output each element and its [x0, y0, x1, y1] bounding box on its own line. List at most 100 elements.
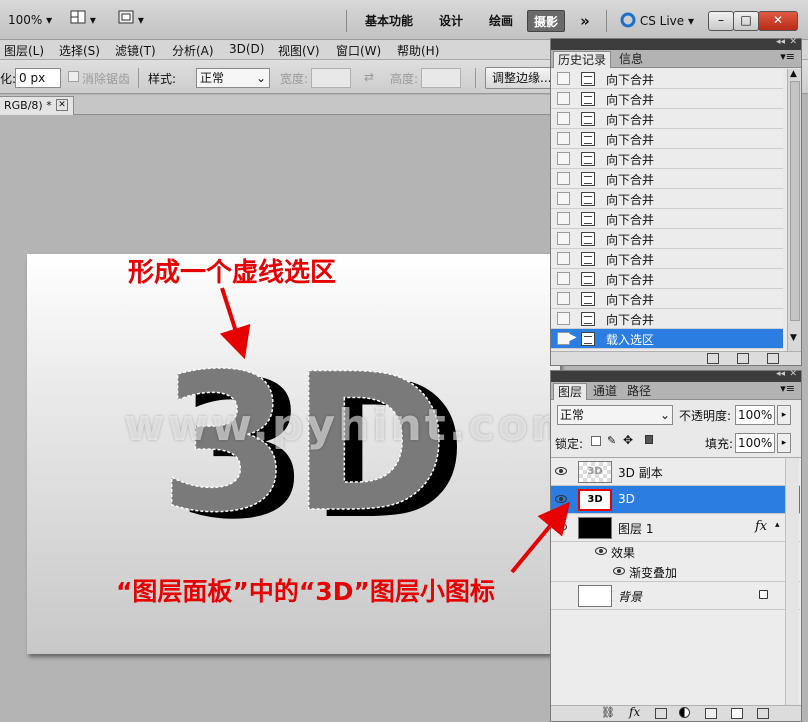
scroll-thumb[interactable] [790, 81, 800, 321]
layer-row-background[interactable]: 背景 [551, 582, 800, 610]
visibility-eye-icon[interactable] [555, 523, 567, 531]
link-layers-icon[interactable]: ⛓ [601, 706, 615, 719]
zoom-dropdown[interactable]: 100% ▾ [8, 10, 52, 30]
trash-icon[interactable] [767, 353, 779, 364]
add-style-icon[interactable]: fx [629, 705, 640, 719]
history-item[interactable]: 向下合并 [551, 189, 783, 209]
history-brush-source-checkbox[interactable] [557, 72, 570, 85]
history-brush-source-checkbox[interactable] [557, 172, 570, 185]
minimize-button[interactable]: – [708, 11, 734, 31]
visibility-eye-icon[interactable] [595, 547, 607, 555]
tab-layers[interactable]: 图层 [553, 383, 588, 400]
new-document-from-state-icon[interactable] [707, 353, 719, 364]
close-button[interactable]: ✕ [758, 11, 798, 31]
history-item[interactable]: 向下合并 [551, 109, 783, 129]
collapse-icon[interactable]: ◂◂ [776, 37, 785, 47]
history-brush-source-checkbox[interactable] [557, 152, 570, 165]
maximize-button[interactable]: □ [733, 11, 759, 31]
history-item[interactable]: 向下合并 [551, 169, 783, 189]
workspace-essentials[interactable]: 基本功能 [358, 10, 420, 32]
swap-icon[interactable]: ⇄ [364, 70, 374, 84]
menu-window[interactable]: 窗口(W) [336, 42, 381, 59]
layer-name[interactable]: 图层 1 [618, 520, 653, 537]
new-group-icon[interactable] [705, 708, 717, 719]
visibility-eye-icon[interactable] [555, 495, 567, 503]
more-workspaces-button[interactable]: » [572, 10, 598, 32]
snapshot-icon[interactable] [737, 353, 749, 364]
menu-3d[interactable]: 3D(D) [229, 42, 264, 56]
screen-mode-button[interactable]: ▾ [118, 10, 152, 30]
tab-info[interactable]: 信息 [615, 51, 647, 68]
tab-channels[interactable]: 通道 [589, 383, 621, 400]
history-item[interactable]: 向下合并 [551, 69, 783, 89]
history-item[interactable]: 向下合并 [551, 89, 783, 109]
adjustment-layer-icon[interactable] [679, 707, 690, 718]
menu-layer[interactable]: 图层(L) [4, 42, 44, 59]
workspace-painting[interactable]: 绘画 [482, 10, 520, 32]
history-brush-source-checkbox[interactable] [557, 192, 570, 205]
history-item[interactable]: 向下合并 [551, 229, 783, 249]
menu-filter[interactable]: 滤镜(T) [115, 42, 156, 59]
close-icon[interactable]: ✕ [789, 369, 797, 379]
trash-icon[interactable] [757, 708, 769, 719]
new-layer-icon[interactable] [731, 708, 743, 719]
layer-name[interactable]: 3D 副本 [618, 464, 663, 481]
history-scrollbar[interactable]: ▲ ▼ [787, 69, 801, 351]
menu-view[interactable]: 视图(V) [278, 42, 320, 59]
expand-effects-icon[interactable]: ▴ [775, 520, 780, 530]
effects-row[interactable]: 效果 [551, 542, 800, 562]
lock-brush-icon[interactable]: ✎ [607, 434, 616, 447]
height-input[interactable] [421, 68, 461, 88]
document-tab[interactable]: RGB/8) * ✕ [0, 96, 74, 115]
scroll-down-icon[interactable]: ▼ [790, 333, 797, 343]
history-brush-source-checkbox[interactable] [557, 292, 570, 305]
history-state-pointer-icon[interactable]: ▶ [569, 332, 577, 343]
history-brush-source-checkbox[interactable] [557, 92, 570, 105]
opacity-input[interactable]: 100% [735, 405, 775, 425]
width-input[interactable] [311, 68, 351, 88]
layer-row-3d[interactable]: 3D 3D [551, 486, 800, 514]
history-item[interactable]: 向下合并 [551, 129, 783, 149]
menu-help[interactable]: 帮助(H) [397, 42, 439, 59]
arrange-documents-button[interactable]: ▾ [70, 10, 104, 30]
history-brush-source-checkbox[interactable] [557, 212, 570, 225]
workspace-design[interactable]: 设计 [432, 10, 470, 32]
history-item[interactable]: 向下合并 [551, 249, 783, 269]
history-item[interactable]: 向下合并 [551, 209, 783, 229]
history-brush-source-checkbox[interactable] [557, 232, 570, 245]
style-select[interactable]: 正常 ⌄ [196, 68, 270, 88]
layers-scrollbar[interactable] [785, 458, 799, 706]
panel-menu-icon[interactable]: ▾≡ [780, 382, 795, 395]
panel-menu-icon[interactable]: ▾≡ [780, 50, 795, 63]
close-icon[interactable]: ✕ [789, 37, 797, 47]
history-brush-source-checkbox[interactable] [557, 132, 570, 145]
visibility-eye-icon[interactable] [613, 567, 625, 575]
fx-icon[interactable]: fx [755, 519, 767, 534]
tab-history[interactable]: 历史记录 [553, 51, 612, 68]
fill-slider-button[interactable]: ▸ [777, 433, 791, 453]
close-icon[interactable]: ✕ [56, 99, 68, 111]
refine-edge-button[interactable]: 调整边缘... [485, 67, 559, 89]
scroll-up-icon[interactable]: ▲ [790, 69, 797, 79]
cslive-button[interactable]: CS Live ▾ [620, 11, 694, 31]
layer-row-3d-copy[interactable]: 3D 3D 副本 [551, 458, 800, 486]
lock-all-icon[interactable] [645, 435, 653, 444]
history-item[interactable]: 向下合并 [551, 269, 783, 289]
workspace-photography[interactable]: 摄影 [527, 10, 565, 32]
feather-input[interactable]: 0 px [15, 68, 61, 88]
lock-transparency-icon[interactable] [591, 436, 601, 446]
collapse-icon[interactable]: ◂◂ [776, 369, 785, 379]
layer-name[interactable]: 背景 [618, 588, 642, 605]
fill-input[interactable]: 100% [735, 433, 775, 453]
history-brush-source-checkbox[interactable] [557, 112, 570, 125]
layer-thumbnail-highlighted[interactable]: 3D [578, 489, 612, 511]
layer-row-layer1[interactable]: 图层 1 fx ▴ [551, 514, 800, 542]
tab-paths[interactable]: 路径 [623, 383, 655, 400]
history-item[interactable]: 向下合并 [551, 309, 783, 329]
antialias-checkbox[interactable] [68, 71, 79, 82]
history-brush-source-checkbox[interactable] [557, 272, 570, 285]
menu-select[interactable]: 选择(S) [59, 42, 100, 59]
menu-analysis[interactable]: 分析(A) [172, 42, 214, 59]
history-item[interactable]: 向下合并 [551, 149, 783, 169]
add-mask-icon[interactable] [655, 708, 667, 719]
